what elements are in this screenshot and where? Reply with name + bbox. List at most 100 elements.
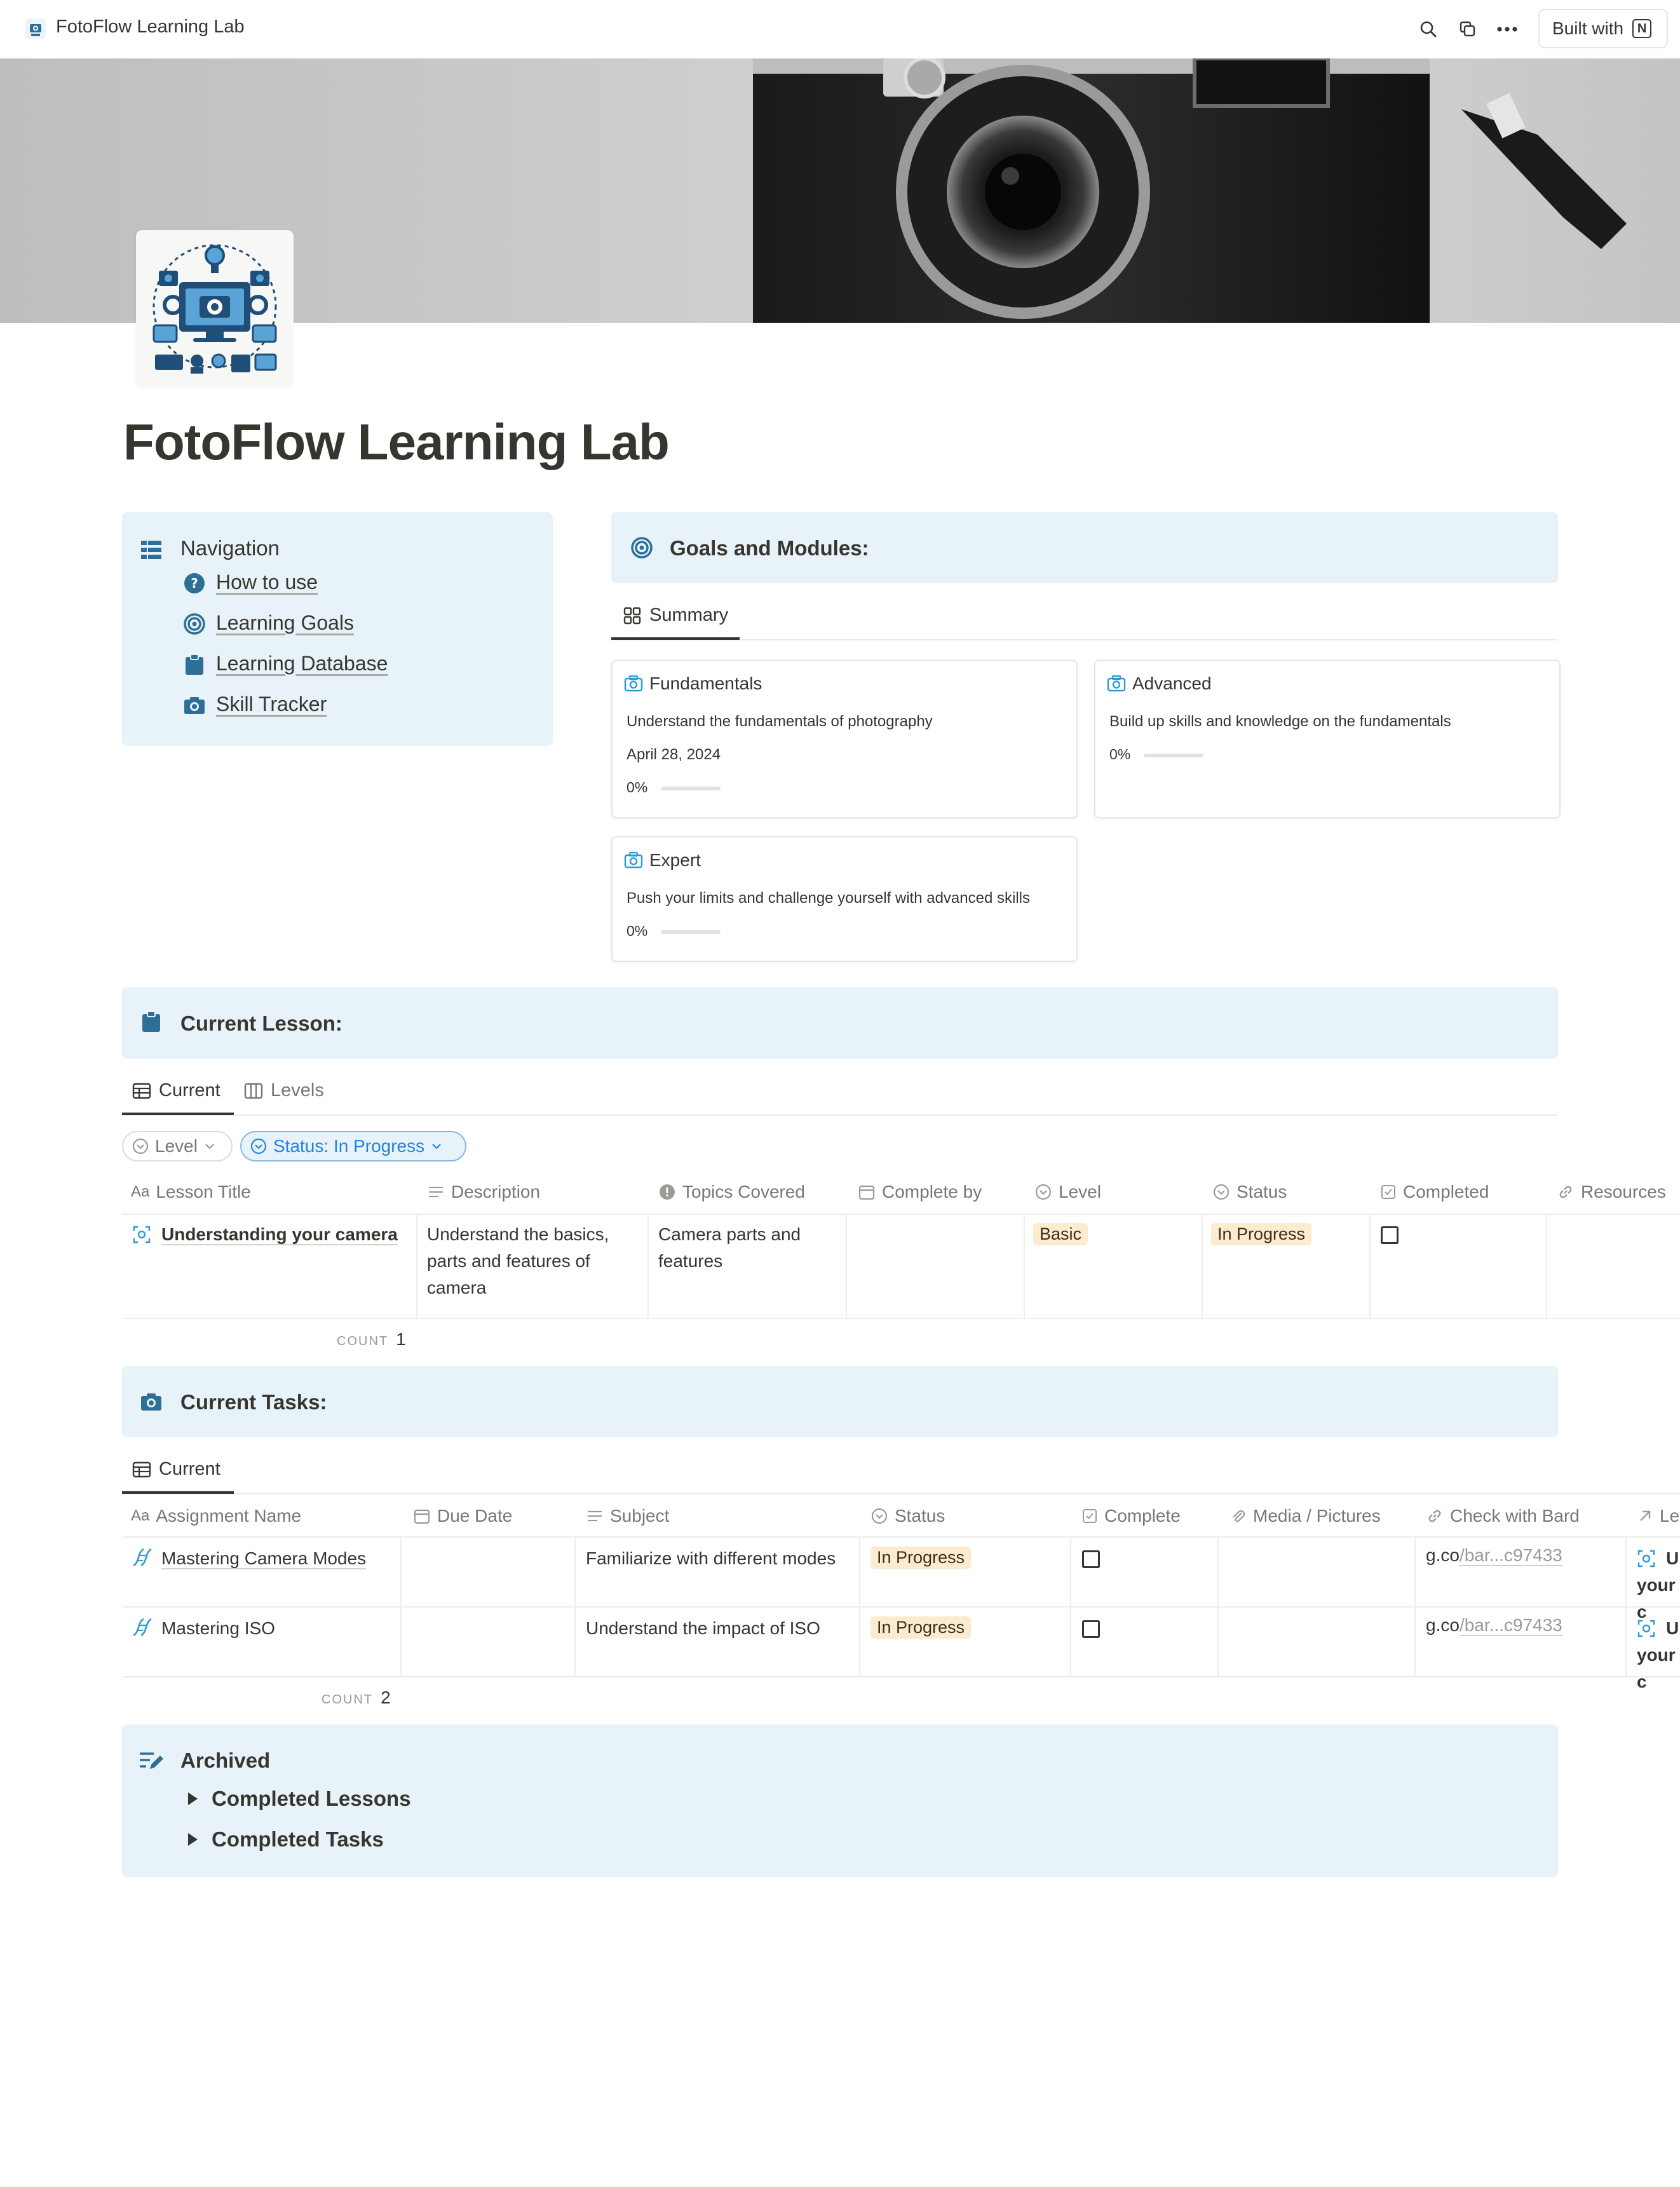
- status-tag[interactable]: In Progress: [870, 1547, 972, 1569]
- column-header-label: Complete by: [882, 1182, 982, 1202]
- nav-link-how-to-use[interactable]: How to use: [216, 571, 318, 594]
- assignment-name-cell[interactable]: Mastering ISO: [161, 1615, 275, 1642]
- row-divider: [122, 1676, 1680, 1677]
- toggle-label: Completed Tasks: [212, 1827, 384, 1851]
- filter-level-label: Level: [155, 1136, 198, 1156]
- level-tag[interactable]: Basic: [1033, 1223, 1088, 1245]
- lesson-title-cell[interactable]: Understanding your camera: [161, 1221, 398, 1248]
- column-header-due-date[interactable]: Due Date: [413, 1506, 512, 1526]
- column-header-status[interactable]: Status: [870, 1506, 945, 1526]
- column-header-label: Status: [895, 1506, 945, 1526]
- complete-checkbox[interactable]: [1082, 1550, 1100, 1568]
- column-header-label: Le: [1660, 1506, 1680, 1526]
- navigation-title: Navigation: [180, 536, 280, 560]
- goal-card-progress-bar: [661, 787, 721, 790]
- column-header-label: Check with Bard: [1450, 1506, 1580, 1526]
- gallery-icon: [623, 607, 641, 624]
- target-icon: [184, 613, 205, 635]
- subject-cell: Familiarize with different modes: [586, 1548, 836, 1568]
- column-header-status[interactable]: Status: [1212, 1182, 1287, 1202]
- related-lesson-cell[interactable]: U: [1666, 1545, 1679, 1572]
- toggle-triangle-icon[interactable]: [188, 1833, 198, 1846]
- bard-link-cell[interactable]: g.co/bar...c97433: [1426, 1545, 1562, 1566]
- goal-card-expert[interactable]: Expert Push your limits and challenge yo…: [611, 836, 1078, 962]
- link-host: g.co: [1426, 1545, 1460, 1565]
- goal-card-progress-bar: [1144, 754, 1203, 757]
- goal-card-advanced[interactable]: Advanced Build up skills and knowledge o…: [1094, 660, 1561, 818]
- topics-line: features: [658, 1251, 723, 1271]
- column-header-complete-by[interactable]: Complete by: [858, 1182, 982, 1202]
- photography-illustration-icon: [152, 244, 277, 374]
- related-lesson-cell[interactable]: U: [1666, 1615, 1679, 1642]
- search-icon[interactable]: [1414, 15, 1442, 43]
- column-header-label: Assignment Name: [156, 1506, 302, 1526]
- goals-title: Goals and Modules:: [670, 536, 869, 560]
- status-tag[interactable]: In Progress: [870, 1616, 972, 1639]
- link-icon: [1559, 1186, 1572, 1198]
- column-header-completed[interactable]: Completed: [1380, 1182, 1489, 1202]
- filter-level[interactable]: Level: [122, 1131, 233, 1161]
- column-divider: [574, 1538, 576, 1677]
- column-divider: [647, 1215, 649, 1318]
- goal-card-description: Understand the fundamentals of photograp…: [627, 713, 933, 730]
- column-header-label: Subject: [610, 1506, 670, 1526]
- tab-summary[interactable]: Summary: [623, 605, 728, 626]
- camera-icon: [1107, 675, 1126, 692]
- camera-icon: [624, 851, 643, 869]
- nav-link-learning-goals[interactable]: Learning Goals: [216, 611, 354, 635]
- more-icon[interactable]: [1493, 15, 1521, 43]
- tab-current[interactable]: Current: [132, 1080, 220, 1101]
- goal-card-date: April 28, 2024: [627, 746, 721, 763]
- page-icon[interactable]: [136, 230, 294, 388]
- tab-current-label: Current: [159, 1459, 220, 1479]
- column-header-media[interactable]: Media / Pictures: [1229, 1506, 1381, 1526]
- bard-link-cell[interactable]: g.co/bar...c97433: [1426, 1615, 1562, 1635]
- complete-checkbox[interactable]: [1082, 1620, 1100, 1638]
- toggle-label: Completed Lessons: [212, 1787, 411, 1810]
- topics-line: Camera parts and: [658, 1224, 801, 1244]
- column-divider: [416, 1215, 417, 1318]
- column-divider: [846, 1215, 847, 1318]
- duplicate-icon[interactable]: [1454, 15, 1482, 43]
- filter-status[interactable]: Status: In Progress: [240, 1131, 466, 1161]
- column-header-check-with-bard[interactable]: Check with Bard: [1426, 1506, 1580, 1526]
- status-tag[interactable]: In Progress: [1211, 1223, 1312, 1245]
- lesson-count: COUNT 1: [337, 1329, 406, 1350]
- column-header-level[interactable]: Level: [1034, 1182, 1101, 1202]
- column-header-subject[interactable]: Subject: [586, 1506, 669, 1526]
- column-divider: [1202, 1215, 1203, 1318]
- table-header-divider: [122, 1536, 1680, 1538]
- chevron-down-icon: [205, 1144, 214, 1149]
- goal-card-progress-label: 0%: [627, 779, 648, 796]
- focus-camera-icon: [1637, 1620, 1655, 1637]
- column-header-assignment-name[interactable]: Aa Assignment Name: [131, 1506, 301, 1526]
- related-lesson-cell-line2[interactable]: your c: [1637, 1642, 1680, 1695]
- column-header-description[interactable]: Description: [427, 1182, 540, 1202]
- goal-card-title: Advanced: [1132, 674, 1212, 693]
- table-icon: [132, 1083, 151, 1099]
- goal-card-fundamentals[interactable]: Fundamentals Understand the fundamentals…: [611, 660, 1078, 818]
- nav-link-skill-tracker[interactable]: Skill Tracker: [216, 693, 327, 716]
- column-header-topics-covered[interactable]: Topics Covered: [658, 1182, 805, 1202]
- assignment-name-cell[interactable]: Mastering Camera Modes: [161, 1545, 366, 1572]
- toggle-triangle-icon[interactable]: [188, 1792, 198, 1805]
- column-header-resources[interactable]: Resources: [1557, 1182, 1666, 1202]
- count-value: 1: [396, 1329, 406, 1349]
- archived-title: Archived: [180, 1749, 271, 1772]
- app-title[interactable]: FotoFlow Learning Lab: [56, 17, 245, 37]
- completed-checkbox[interactable]: [1381, 1226, 1399, 1244]
- built-with-notion-button[interactable]: Built with N: [1538, 9, 1668, 48]
- toggle-completed-lessons[interactable]: Completed Lessons: [188, 1787, 411, 1811]
- column-header-lesson-title[interactable]: Aa Lesson Title: [131, 1182, 251, 1202]
- tab-levels[interactable]: Levels: [244, 1080, 324, 1101]
- nav-link-learning-database[interactable]: Learning Database: [216, 652, 388, 675]
- toggle-completed-tasks[interactable]: Completed Tasks: [188, 1827, 384, 1852]
- tab-current-tasks[interactable]: Current: [132, 1459, 220, 1480]
- page-title[interactable]: FotoFlow Learning Lab: [123, 413, 670, 471]
- select-icon: [250, 1138, 267, 1154]
- column-header-label: Status: [1236, 1182, 1287, 1202]
- link-icon: [1428, 1510, 1441, 1522]
- column-header-lesson[interactable]: Le: [1637, 1506, 1679, 1526]
- question-icon: ?: [184, 573, 205, 593]
- column-header-complete[interactable]: Complete: [1081, 1506, 1181, 1526]
